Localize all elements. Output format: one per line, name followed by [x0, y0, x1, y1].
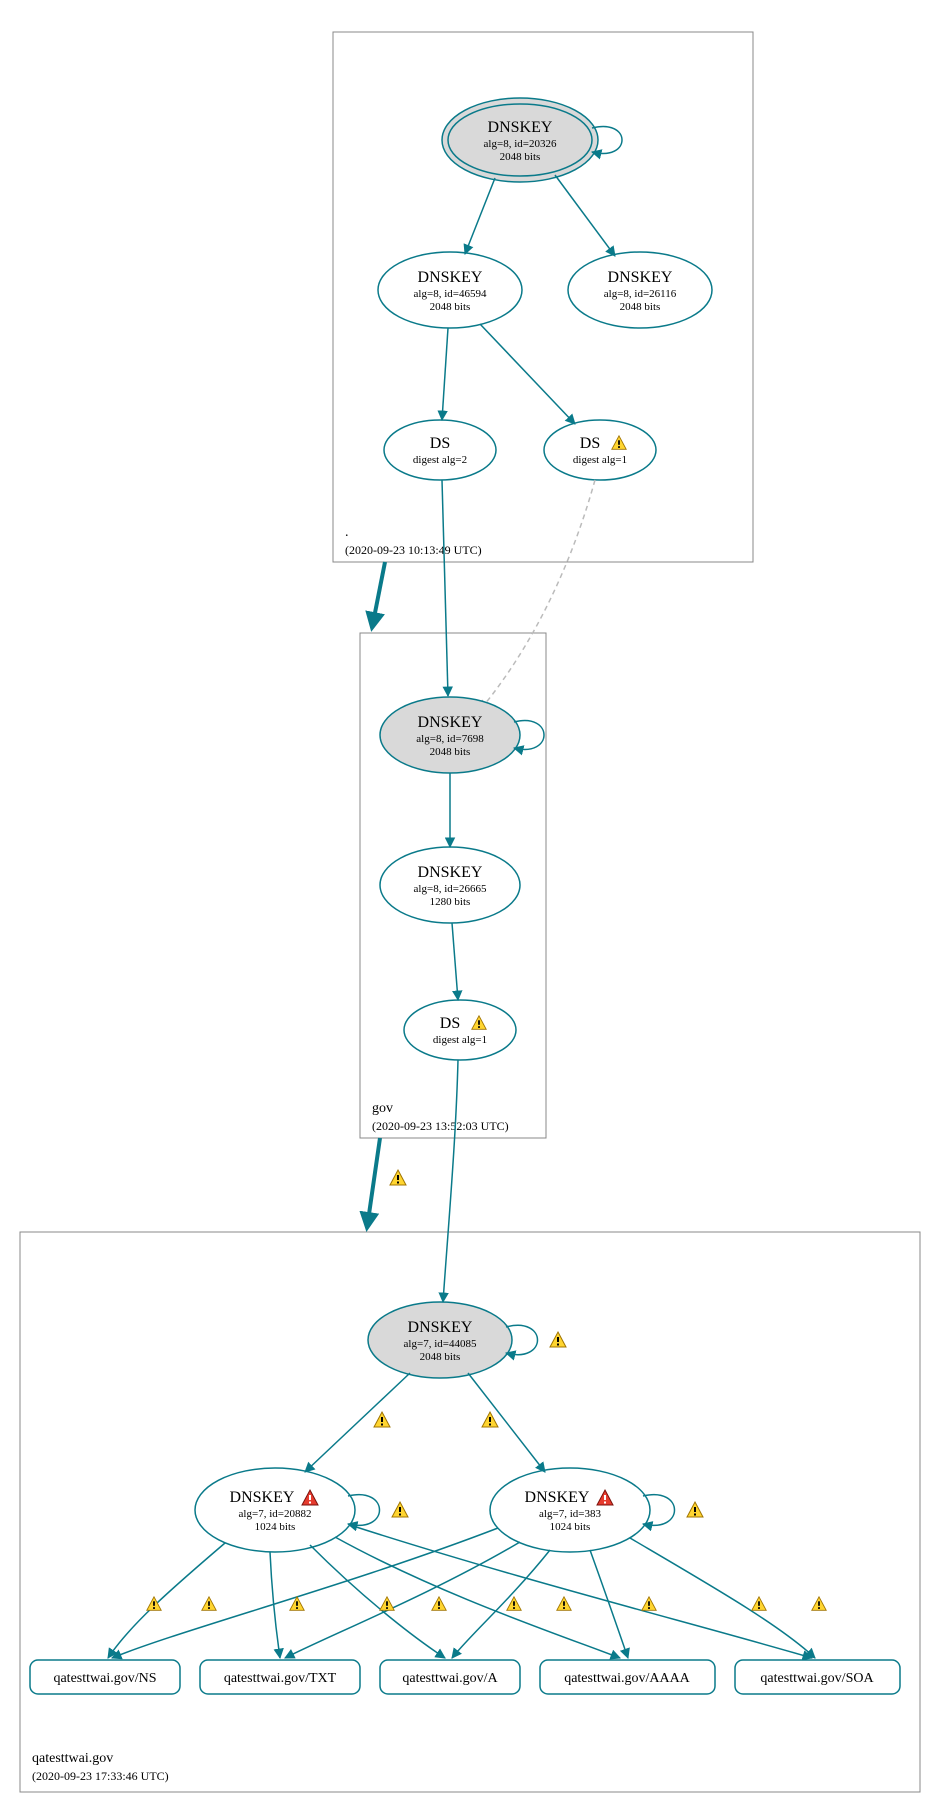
edge-zsk2-aaaa — [590, 1550, 628, 1658]
svg-text:alg=8, id=26665: alg=8, id=26665 — [414, 883, 487, 895]
svg-text:DNSKEY: DNSKEY — [418, 269, 483, 286]
edge-root-ksk-zsk1 — [465, 178, 495, 254]
edge-leaf-ksk-zsk2 — [468, 1373, 545, 1472]
warning-icon — [687, 1502, 703, 1517]
warning-icon — [507, 1597, 521, 1611]
warning-icon — [380, 1597, 394, 1611]
svg-text:DNSKEY: DNSKEY — [418, 714, 483, 731]
svg-text:qatesttwai.gov/A: qatesttwai.gov/A — [402, 1671, 498, 1686]
svg-text:1280 bits: 1280 bits — [430, 896, 471, 908]
svg-text:DNSKEY: DNSKEY — [230, 1489, 295, 1506]
svg-text:qatesttwai.gov/TXT: qatesttwai.gov/TXT — [224, 1671, 337, 1686]
svg-text:DS: DS — [440, 1015, 460, 1032]
edge-zsk1-aaaa — [335, 1537, 620, 1658]
zone-gov-ts: (2020-09-23 13:52:03 UTC) — [372, 1119, 509, 1133]
zone-root-ts: (2020-09-23 10:13:49 UTC) — [345, 543, 482, 557]
edge-zsk1-a — [310, 1545, 445, 1658]
edge-leaf-ksk-zsk1 — [305, 1373, 410, 1472]
edge-zsk2-soa — [630, 1538, 815, 1658]
rr-txt: qatesttwai.gov/TXT — [200, 1660, 360, 1694]
warning-icon — [812, 1597, 826, 1611]
svg-text:DNSKEY: DNSKEY — [418, 864, 483, 881]
warning-icon — [550, 1332, 566, 1347]
edge-zone-gov-leaf — [367, 1138, 380, 1228]
edge-root-ds1-gov-ksk — [442, 480, 448, 696]
node-leaf-zsk2: DNSKEY alg=7, id=383 1024 bits — [490, 1468, 650, 1552]
node-root-zsk2: DNSKEY alg=8, id=26116 2048 bits — [568, 252, 712, 328]
svg-text:DS: DS — [430, 435, 450, 452]
warning-icon — [752, 1597, 766, 1611]
warning-icon — [642, 1597, 656, 1611]
svg-text:qatesttwai.gov/NS: qatesttwai.gov/NS — [53, 1671, 156, 1686]
rr-a: qatesttwai.gov/A — [380, 1660, 520, 1694]
zone-leaf-name: qatesttwai.gov — [32, 1751, 113, 1766]
node-gov-ds: DS digest alg=1 — [404, 1000, 516, 1060]
edge-root-ksk-zsk2 — [555, 175, 615, 256]
edge-zsk2-txt — [285, 1542, 520, 1658]
edge-root-zsk1-ds2 — [480, 324, 575, 424]
edge-root-zsk1-ds1 — [442, 328, 448, 420]
warning-icon — [390, 1170, 406, 1185]
svg-text:alg=8, id=7698: alg=8, id=7698 — [416, 733, 484, 745]
svg-text:alg=8, id=46594: alg=8, id=46594 — [414, 288, 487, 300]
dnssec-diagram: . (2020-09-23 10:13:49 UTC) gov (2020-09… — [0, 0, 935, 1816]
svg-text:2048 bits: 2048 bits — [500, 151, 541, 163]
node-leaf-zsk1: DNSKEY alg=7, id=20882 1024 bits — [195, 1468, 355, 1552]
edge-root-ds2-gov-ksk — [480, 480, 595, 710]
svg-text:1024 bits: 1024 bits — [255, 1521, 296, 1533]
svg-text:alg=8, id=20326: alg=8, id=20326 — [484, 138, 557, 150]
node-root-ds2: DS digest alg=1 — [544, 420, 656, 480]
zone-leaf-ts: (2020-09-23 17:33:46 UTC) — [32, 1769, 169, 1783]
svg-text:DNSKEY: DNSKEY — [488, 119, 553, 136]
warning-icon — [432, 1597, 446, 1611]
node-root-ds1: DS digest alg=2 — [384, 420, 496, 480]
svg-text:digest alg=1: digest alg=1 — [433, 1034, 487, 1046]
svg-text:2048 bits: 2048 bits — [620, 301, 661, 313]
warning-icon — [202, 1597, 216, 1611]
svg-text:2048 bits: 2048 bits — [430, 746, 471, 758]
svg-text:alg=7, id=383: alg=7, id=383 — [539, 1508, 601, 1520]
node-gov-zsk: DNSKEY alg=8, id=26665 1280 bits — [380, 847, 520, 923]
svg-text:digest alg=2: digest alg=2 — [413, 454, 467, 466]
svg-text:DNSKEY: DNSKEY — [608, 269, 673, 286]
rr-soa: qatesttwai.gov/SOA — [735, 1660, 900, 1694]
edge-gov-zsk-ds — [452, 923, 458, 1000]
node-root-zsk1: DNSKEY alg=8, id=46594 2048 bits — [378, 252, 522, 328]
warning-icon — [557, 1597, 571, 1611]
svg-text:DNSKEY: DNSKEY — [408, 1319, 473, 1336]
svg-text:DNSKEY: DNSKEY — [525, 1489, 590, 1506]
edge-zsk2-a — [452, 1550, 550, 1658]
svg-text:1024 bits: 1024 bits — [550, 1521, 591, 1533]
svg-text:DS: DS — [580, 435, 600, 452]
svg-text:digest alg=1: digest alg=1 — [573, 454, 627, 466]
node-leaf-ksk: DNSKEY alg=7, id=44085 2048 bits — [368, 1302, 512, 1378]
warning-icon — [482, 1412, 498, 1427]
node-gov-ksk: DNSKEY alg=8, id=7698 2048 bits — [380, 697, 520, 773]
warning-icon — [392, 1502, 408, 1517]
svg-text:2048 bits: 2048 bits — [420, 1351, 461, 1363]
warning-icon — [374, 1412, 390, 1427]
rr-aaaa: qatesttwai.gov/AAAA — [540, 1660, 715, 1694]
node-root-ksk: DNSKEY alg=8, id=20326 2048 bits — [442, 98, 598, 182]
svg-text:alg=7, id=20882: alg=7, id=20882 — [239, 1508, 312, 1520]
zone-root-name: . — [345, 525, 349, 540]
svg-text:qatesttwai.gov/SOA: qatesttwai.gov/SOA — [760, 1671, 874, 1686]
rr-ns: qatesttwai.gov/NS — [30, 1660, 180, 1694]
warning-icon — [147, 1597, 161, 1611]
edge-zone-root-gov — [372, 562, 385, 628]
svg-text:alg=7, id=44085: alg=7, id=44085 — [404, 1338, 477, 1350]
zone-gov-name: gov — [372, 1101, 393, 1116]
svg-text:alg=8, id=26116: alg=8, id=26116 — [604, 288, 677, 300]
edge-gov-ds-leaf-ksk — [443, 1060, 458, 1302]
svg-text:qatesttwai.gov/AAAA: qatesttwai.gov/AAAA — [564, 1671, 690, 1686]
svg-text:2048 bits: 2048 bits — [430, 301, 471, 313]
